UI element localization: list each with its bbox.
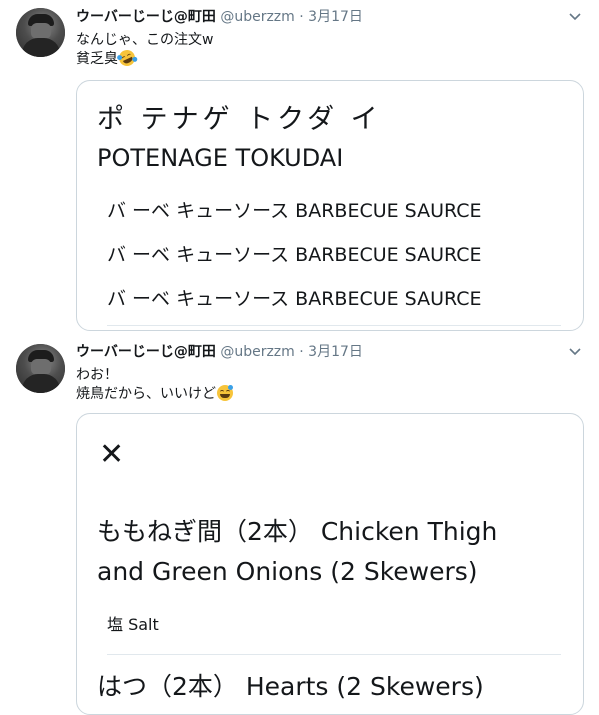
- order-item: バ ーベ キューソース BARBECUE SAURCE: [107, 288, 482, 310]
- separator: ·: [299, 344, 304, 360]
- order-item-option: 塩 Salt: [107, 615, 159, 634]
- tweet-date[interactable]: 3月17日: [308, 9, 363, 25]
- user-handle[interactable]: @uberzzm: [220, 9, 294, 25]
- order-card[interactable]: ポ テナゲ トクダ イ POTENAGE TOKUDAI バ ーベ キューソース…: [76, 80, 584, 331]
- tweet-2[interactable]: ウーバーじーじ@町田 @uberzzm · 3月17日 わお！ 焼鳥だから、いい…: [0, 336, 599, 715]
- order-card[interactable]: ✕ ももねぎ間（2本） Chicken Thigh and Green Onio…: [76, 413, 584, 715]
- user-handle[interactable]: @uberzzm: [220, 344, 294, 360]
- avatar[interactable]: [16, 8, 65, 57]
- chevron-down-icon[interactable]: [568, 345, 582, 359]
- tweet-text-line-1: なんじゃ、この注文w: [76, 32, 214, 48]
- tweet-text-line-1: わお！: [76, 367, 118, 383]
- tweet-1[interactable]: ウーバーじーじ@町田 @uberzzm · 3月17日 なんじゃ、この注文w 貧…: [0, 0, 599, 336]
- tweet-text-line-2: 焼鳥だから、いいけど: [76, 384, 233, 404]
- chevron-down-icon[interactable]: [568, 10, 582, 24]
- tweet-date[interactable]: 3月17日: [308, 344, 363, 360]
- order-item-name: ももねぎ間（2本） Chicken Thigh: [97, 517, 498, 546]
- tweet-text: 焼鳥だから、いいけど: [76, 386, 216, 402]
- order-item-name-cont: and Green Onions (2 Skewers): [97, 557, 478, 586]
- card-title-romaji: POTENAGE TOKUDAI: [97, 144, 344, 172]
- tweet-header: ウーバーじーじ@町田 @uberzzm · 3月17日: [76, 344, 363, 361]
- rolling-on-floor-laughing-emoji: [116, 47, 139, 69]
- display-name[interactable]: ウーバーじーじ@町田: [76, 9, 216, 25]
- close-icon: ✕: [99, 437, 125, 472]
- divider: [107, 325, 561, 326]
- display-name[interactable]: ウーバーじーじ@町田: [76, 344, 216, 360]
- grinning-sweat-emoji: [217, 385, 233, 401]
- separator: ·: [299, 9, 304, 25]
- tweet-text-line-2: 貧乏臭: [76, 47, 139, 69]
- order-item-name: はつ（2本） Hearts (2 Skewers): [97, 672, 484, 701]
- tweet-text: 貧乏臭: [76, 51, 118, 67]
- tweet-header: ウーバーじーじ@町田 @uberzzm · 3月17日: [76, 9, 363, 26]
- card-title: ポ テナゲ トクダ イ: [97, 104, 382, 135]
- order-item: バ ーベ キューソース BARBECUE SAURCE: [107, 200, 482, 222]
- avatar[interactable]: [16, 344, 65, 393]
- order-item: バ ーベ キューソース BARBECUE SAURCE: [107, 244, 482, 266]
- divider: [107, 654, 561, 655]
